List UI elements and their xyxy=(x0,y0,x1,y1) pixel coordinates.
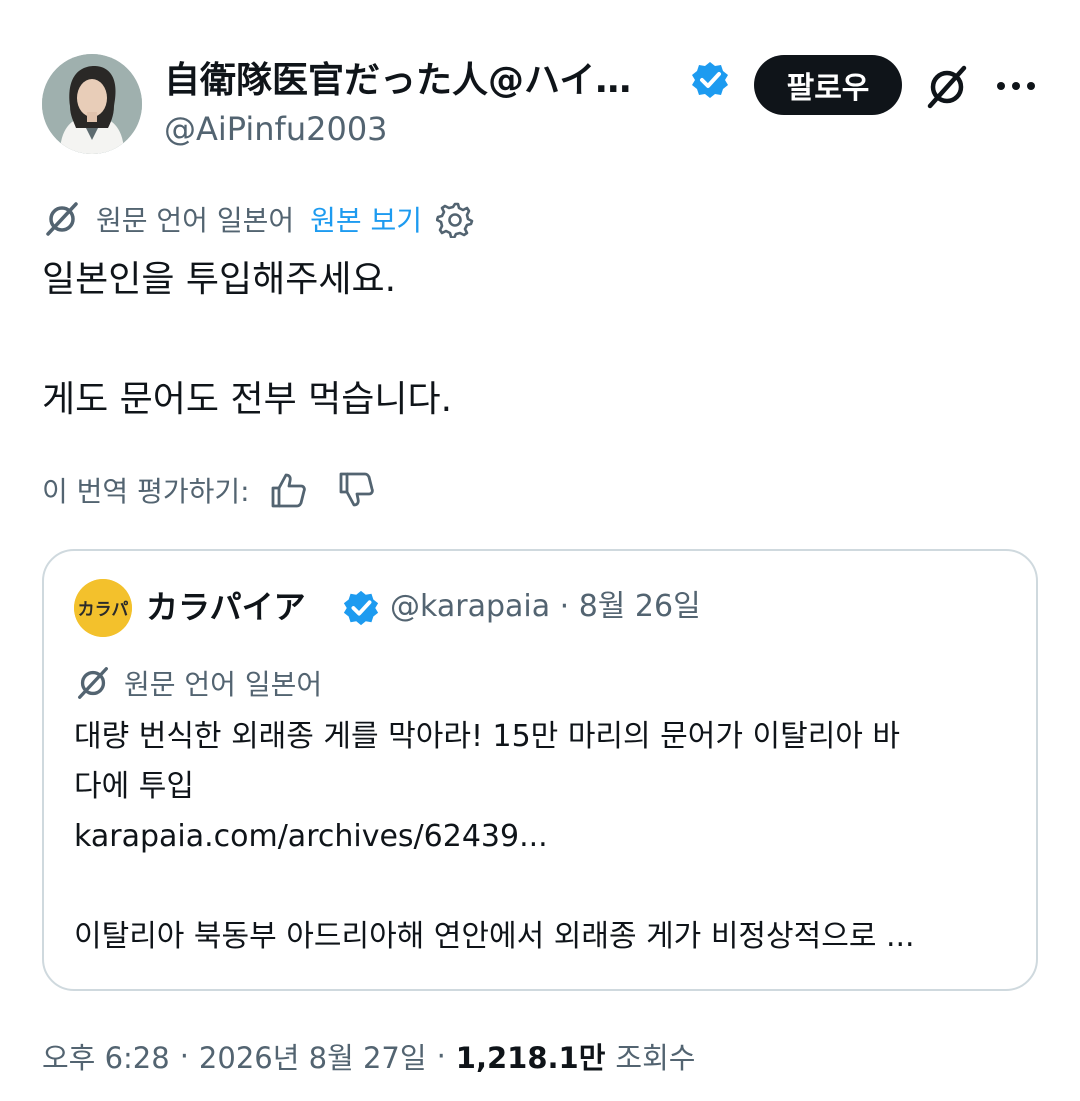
quoted-translation-notice: 원문 언어 일본어 xyxy=(74,661,338,705)
quoted-text-line-2: 다에 투입 xyxy=(74,769,194,804)
rate-translation-label: 이 번역 평가하기: xyxy=(42,475,250,508)
rate-translation: 이 번역 평가하기: xyxy=(42,468,404,512)
quoted-author-name: カラパイア xyxy=(146,588,306,626)
quoted-text-line-3: 이탈리아 북동부 아드리아해 연안에서 외래종 게가 비정상적으로 ... xyxy=(74,919,915,954)
post-text-line-2: 게도 문어도 전부 먹습니다. xyxy=(42,379,453,420)
translation-settings-gear-icon[interactable] xyxy=(436,200,474,238)
post-date[interactable]: 2026년 8월 27일 xyxy=(199,1035,427,1077)
quoted-author-avatar[interactable]: カラパ xyxy=(74,579,132,637)
views-label: 조회수 xyxy=(615,1041,696,1075)
view-original-link[interactable]: 원본 보기 xyxy=(310,199,422,239)
quoted-post-card[interactable]: カラパ カラパイア @karapaia · 8월 26일 원문 언어 일본어 대… xyxy=(42,549,1038,991)
quoted-link[interactable]: karapaia.com/archives/62439... xyxy=(74,815,548,859)
karapaia-logo-icon: カラパ xyxy=(74,579,132,637)
verified-badge-icon xyxy=(692,62,728,98)
post-time[interactable]: 오후 6:28 xyxy=(42,1035,170,1077)
views-count: 1,218.1만 xyxy=(455,1041,606,1075)
svg-text:カラパ: カラパ xyxy=(78,600,129,620)
author-avatar-image xyxy=(42,54,142,154)
post-text-line-1: 일본인을 투입해주세요. xyxy=(42,259,397,300)
separator-dot: · xyxy=(436,1039,446,1073)
quoted-grok-translate-icon xyxy=(78,667,108,699)
post-detail: 自衛隊医官だった人@ハイラ… @AiPinfu2003 팔로우 원문 언어 일본… xyxy=(0,0,1080,1101)
follow-button[interactable]: 팔로우 xyxy=(754,55,902,115)
grok-translate-icon xyxy=(46,202,78,236)
author-handle[interactable]: @AiPinfu2003 xyxy=(164,108,388,150)
thumbs-up-icon[interactable] xyxy=(268,470,308,510)
translation-notice: 원문 언어 일본어 원본 보기 xyxy=(42,196,474,242)
quoted-translation-source-label: 원문 언어 일본어 xyxy=(124,668,323,701)
quoted-verified-badge-icon xyxy=(343,590,379,626)
quoted-text-line-1: 대량 번식한 외래종 게를 막아라! 15만 마리의 문어가 이탈리아 바 xyxy=(74,719,901,754)
author-display-name[interactable]: 自衛隊医官だった人@ハイラ… xyxy=(164,58,664,104)
separator-dot: · xyxy=(179,1039,189,1073)
more-options-icon[interactable] xyxy=(994,68,1038,104)
thumbs-down-icon[interactable] xyxy=(336,470,376,510)
quoted-handle-date: @karapaia · 8월 26일 xyxy=(390,589,701,624)
translation-source-label: 원문 언어 일본어 xyxy=(96,204,295,237)
post-metadata: 오후 6:28 · 2026년 8월 27일 · 1,218.1만 조회수 xyxy=(42,1032,695,1080)
author-avatar[interactable] xyxy=(42,54,142,154)
grok-icon[interactable] xyxy=(922,62,972,112)
